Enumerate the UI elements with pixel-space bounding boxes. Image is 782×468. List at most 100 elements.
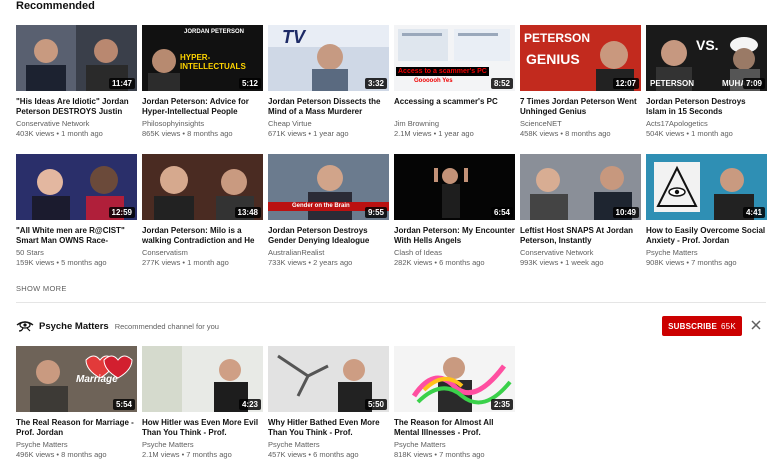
video-card[interactable]: 2:35 The Reason for Almost All Mental Il… [394, 346, 515, 466]
eye-of-horus-icon[interactable] [16, 320, 34, 332]
video-thumbnail[interactable]: 10:49 [520, 154, 641, 220]
video-title[interactable]: Jordan Peterson Destroys Gender Denying … [268, 226, 389, 246]
video-title[interactable]: Why Hitler Bathed Even More Than You Thi… [268, 418, 389, 438]
video-card[interactable]: TV 3:32 Jordan Peterson Dissects the Min… [268, 25, 389, 145]
video-thumbnail[interactable]: 13:48 [142, 154, 263, 220]
video-title[interactable]: The Real Reason for Marriage - Prof. Jor… [16, 418, 137, 438]
video-thumbnail[interactable]: Access to a scammer's PC Goooooh Yes 8:5… [394, 25, 515, 91]
video-title[interactable]: 7 Times Jordan Peterson Went Unhinged Ge… [520, 97, 641, 117]
video-thumbnail[interactable]: TV 3:32 [268, 25, 389, 91]
video-thumbnail[interactable]: JORDAN PETERSON HYPER-INTELLECTUALS 5:12 [142, 25, 263, 91]
video-card[interactable]: 11:47 "His Ideas Are Idiotic" Jordan Pet… [16, 25, 137, 145]
video-card[interactable]: Marriage 5:54 The Real Reason for Marria… [16, 346, 137, 466]
video-channel[interactable]: Psyche Matters [394, 440, 515, 450]
recommended-row-1: 11:47 "His Ideas Are Idiotic" Jordan Pet… [16, 25, 767, 145]
video-thumbnail[interactable]: 11:47 [16, 25, 137, 91]
recommended-row-2: 12:59 "All White men are R@CIST" Smart M… [16, 154, 767, 274]
show-more-button[interactable]: SHOW MORE [16, 284, 67, 293]
thumbnail-caption: HYPER-INTELLECTUALS [180, 53, 246, 71]
video-title[interactable]: Jordan Peterson: My Encounter With Hells… [394, 226, 515, 246]
video-meta: 277K views • 1 month ago [142, 258, 229, 267]
video-channel[interactable]: Conservative Network [16, 119, 137, 129]
video-card[interactable]: 10:49 Leftist Host SNAPS At Jordan Peter… [520, 154, 641, 274]
channel-shelf-row: Marriage 5:54 The Real Reason for Marria… [16, 346, 766, 466]
video-channel[interactable]: Jim Browning [394, 119, 515, 129]
video-title[interactable]: Jordan Peterson Destroys Islam in 15 Sec… [646, 97, 767, 117]
video-thumbnail[interactable]: 6:54 [394, 154, 515, 220]
video-channel[interactable]: ScienceNET [520, 119, 641, 129]
video-title[interactable]: "His Ideas Are Idiotic" Jordan Peterson … [16, 97, 137, 117]
video-duration: 5:50 [364, 399, 387, 410]
video-card[interactable]: 4:41 How to Easily Overcome Social Anxie… [646, 154, 767, 274]
video-thumbnail[interactable]: 12:59 [16, 154, 137, 220]
video-meta: 496K views • 8 months ago [16, 450, 107, 459]
video-title[interactable]: Jordan Peterson: Milo is a walking Contr… [142, 226, 263, 246]
video-channel[interactable]: Acts17Apologetics [646, 119, 767, 129]
video-card[interactable]: 5:50 Why Hitler Bathed Even More Than Yo… [268, 346, 389, 466]
video-card[interactable]: Gender on the Brain 9:55 Jordan Peterson… [268, 154, 389, 274]
video-thumbnail[interactable]: VS. PETERSON MUHAM 7:09 [646, 25, 767, 91]
video-title[interactable]: Leftist Host SNAPS At Jordan Peterson, I… [520, 226, 641, 246]
video-card[interactable]: VS. PETERSON MUHAM 7:09 Jordan Peterson … [646, 25, 767, 145]
video-duration: 11:47 [108, 78, 135, 89]
channel-shelf-header: Psyche Matters Recommended channel for y… [16, 318, 219, 334]
thumbnail-caption-sub: Goooooh Yes [414, 78, 453, 84]
video-title[interactable]: Jordan Peterson Dissects the Mind of a M… [268, 97, 389, 117]
video-duration: 9:55 [364, 207, 387, 218]
video-meta: 458K views • 8 months ago [520, 129, 611, 138]
video-channel[interactable]: Philosophyinsights [142, 119, 263, 129]
video-meta: 457K views • 6 months ago [268, 450, 359, 459]
video-card[interactable]: 13:48 Jordan Peterson: Milo is a walking… [142, 154, 263, 274]
subscribe-button[interactable]: SUBSCRIBE 65K [662, 316, 742, 336]
video-channel[interactable]: Conservatism [142, 248, 263, 258]
thumbnail-caption: Access to a scammer's PC [396, 67, 489, 76]
video-thumbnail[interactable]: 2:35 [394, 346, 515, 412]
thumbnail-caption-top: JORDAN PETERSON [184, 29, 245, 35]
video-title[interactable]: Accessing a scammer's PC [394, 97, 515, 117]
video-duration: 2:35 [490, 399, 513, 410]
video-title[interactable]: The Reason for Almost All Mental Illness… [394, 418, 515, 438]
video-thumbnail[interactable]: 5:50 [268, 346, 389, 412]
section-title-recommended: Recommended [16, 0, 95, 12]
video-duration: 13:48 [234, 207, 261, 218]
video-channel[interactable]: Clash of Ideas [394, 248, 515, 258]
video-thumbnail[interactable]: Marriage 5:54 [16, 346, 137, 412]
thumbnail-caption: Gender on the Brain [292, 203, 350, 209]
video-title[interactable]: How Hitler was Even More Evil Than You T… [142, 418, 263, 438]
video-card[interactable]: 12:59 "All White men are R@CIST" Smart M… [16, 154, 137, 274]
video-card[interactable]: 4:23 How Hitler was Even More Evil Than … [142, 346, 263, 466]
video-duration: 7:09 [742, 78, 765, 89]
video-channel[interactable]: Conservative Network [520, 248, 641, 258]
video-channel[interactable]: Psyche Matters [646, 248, 767, 258]
dismiss-close-icon[interactable] [749, 318, 763, 332]
video-channel[interactable]: AustralianRealist [268, 248, 389, 258]
video-channel[interactable]: 50 Stars [16, 248, 137, 258]
video-card[interactable]: 6:54 Jordan Peterson: My Encounter With … [394, 154, 515, 274]
channel-recommendation-note: Recommended channel for you [114, 321, 219, 331]
video-card[interactable]: JORDAN PETERSON HYPER-INTELLECTUALS 5:12… [142, 25, 263, 145]
video-card[interactable]: PETERSON GENIUS 12:07 7 Times Jordan Pet… [520, 25, 641, 145]
video-meta: 2.1M views • 1 year ago [394, 129, 474, 138]
video-meta: 865K views • 8 months ago [142, 129, 233, 138]
video-channel[interactable]: Psyche Matters [142, 440, 263, 450]
video-meta: 159K views • 5 months ago [16, 258, 107, 267]
thumbnail-caption: TV [282, 27, 306, 47]
video-channel[interactable]: Psyche Matters [268, 440, 389, 450]
video-meta: 403K views • 1 month ago [16, 129, 103, 138]
video-thumbnail[interactable]: Gender on the Brain 9:55 [268, 154, 389, 220]
channel-name[interactable]: Psyche Matters [39, 321, 109, 332]
video-duration: 5:12 [238, 78, 261, 89]
video-thumbnail[interactable]: 4:23 [142, 346, 263, 412]
video-card[interactable]: Access to a scammer's PC Goooooh Yes 8:5… [394, 25, 515, 145]
video-meta: 504K views • 1 month ago [646, 129, 733, 138]
video-channel[interactable]: Psyche Matters [16, 440, 137, 450]
video-duration: 6:54 [490, 207, 513, 218]
video-thumbnail[interactable]: 4:41 [646, 154, 767, 220]
video-title[interactable]: Jordan Peterson: Advice for Hyper-Intell… [142, 97, 263, 117]
video-channel[interactable]: Cheap Virtue [268, 119, 389, 129]
video-duration: 4:41 [742, 207, 765, 218]
video-title[interactable]: "All White men are R@CIST" Smart Man OWN… [16, 226, 137, 246]
video-thumbnail[interactable]: PETERSON GENIUS 12:07 [520, 25, 641, 91]
video-title[interactable]: How to Easily Overcome Social Anxiety - … [646, 226, 767, 246]
subscribe-label: SUBSCRIBE [668, 321, 718, 331]
